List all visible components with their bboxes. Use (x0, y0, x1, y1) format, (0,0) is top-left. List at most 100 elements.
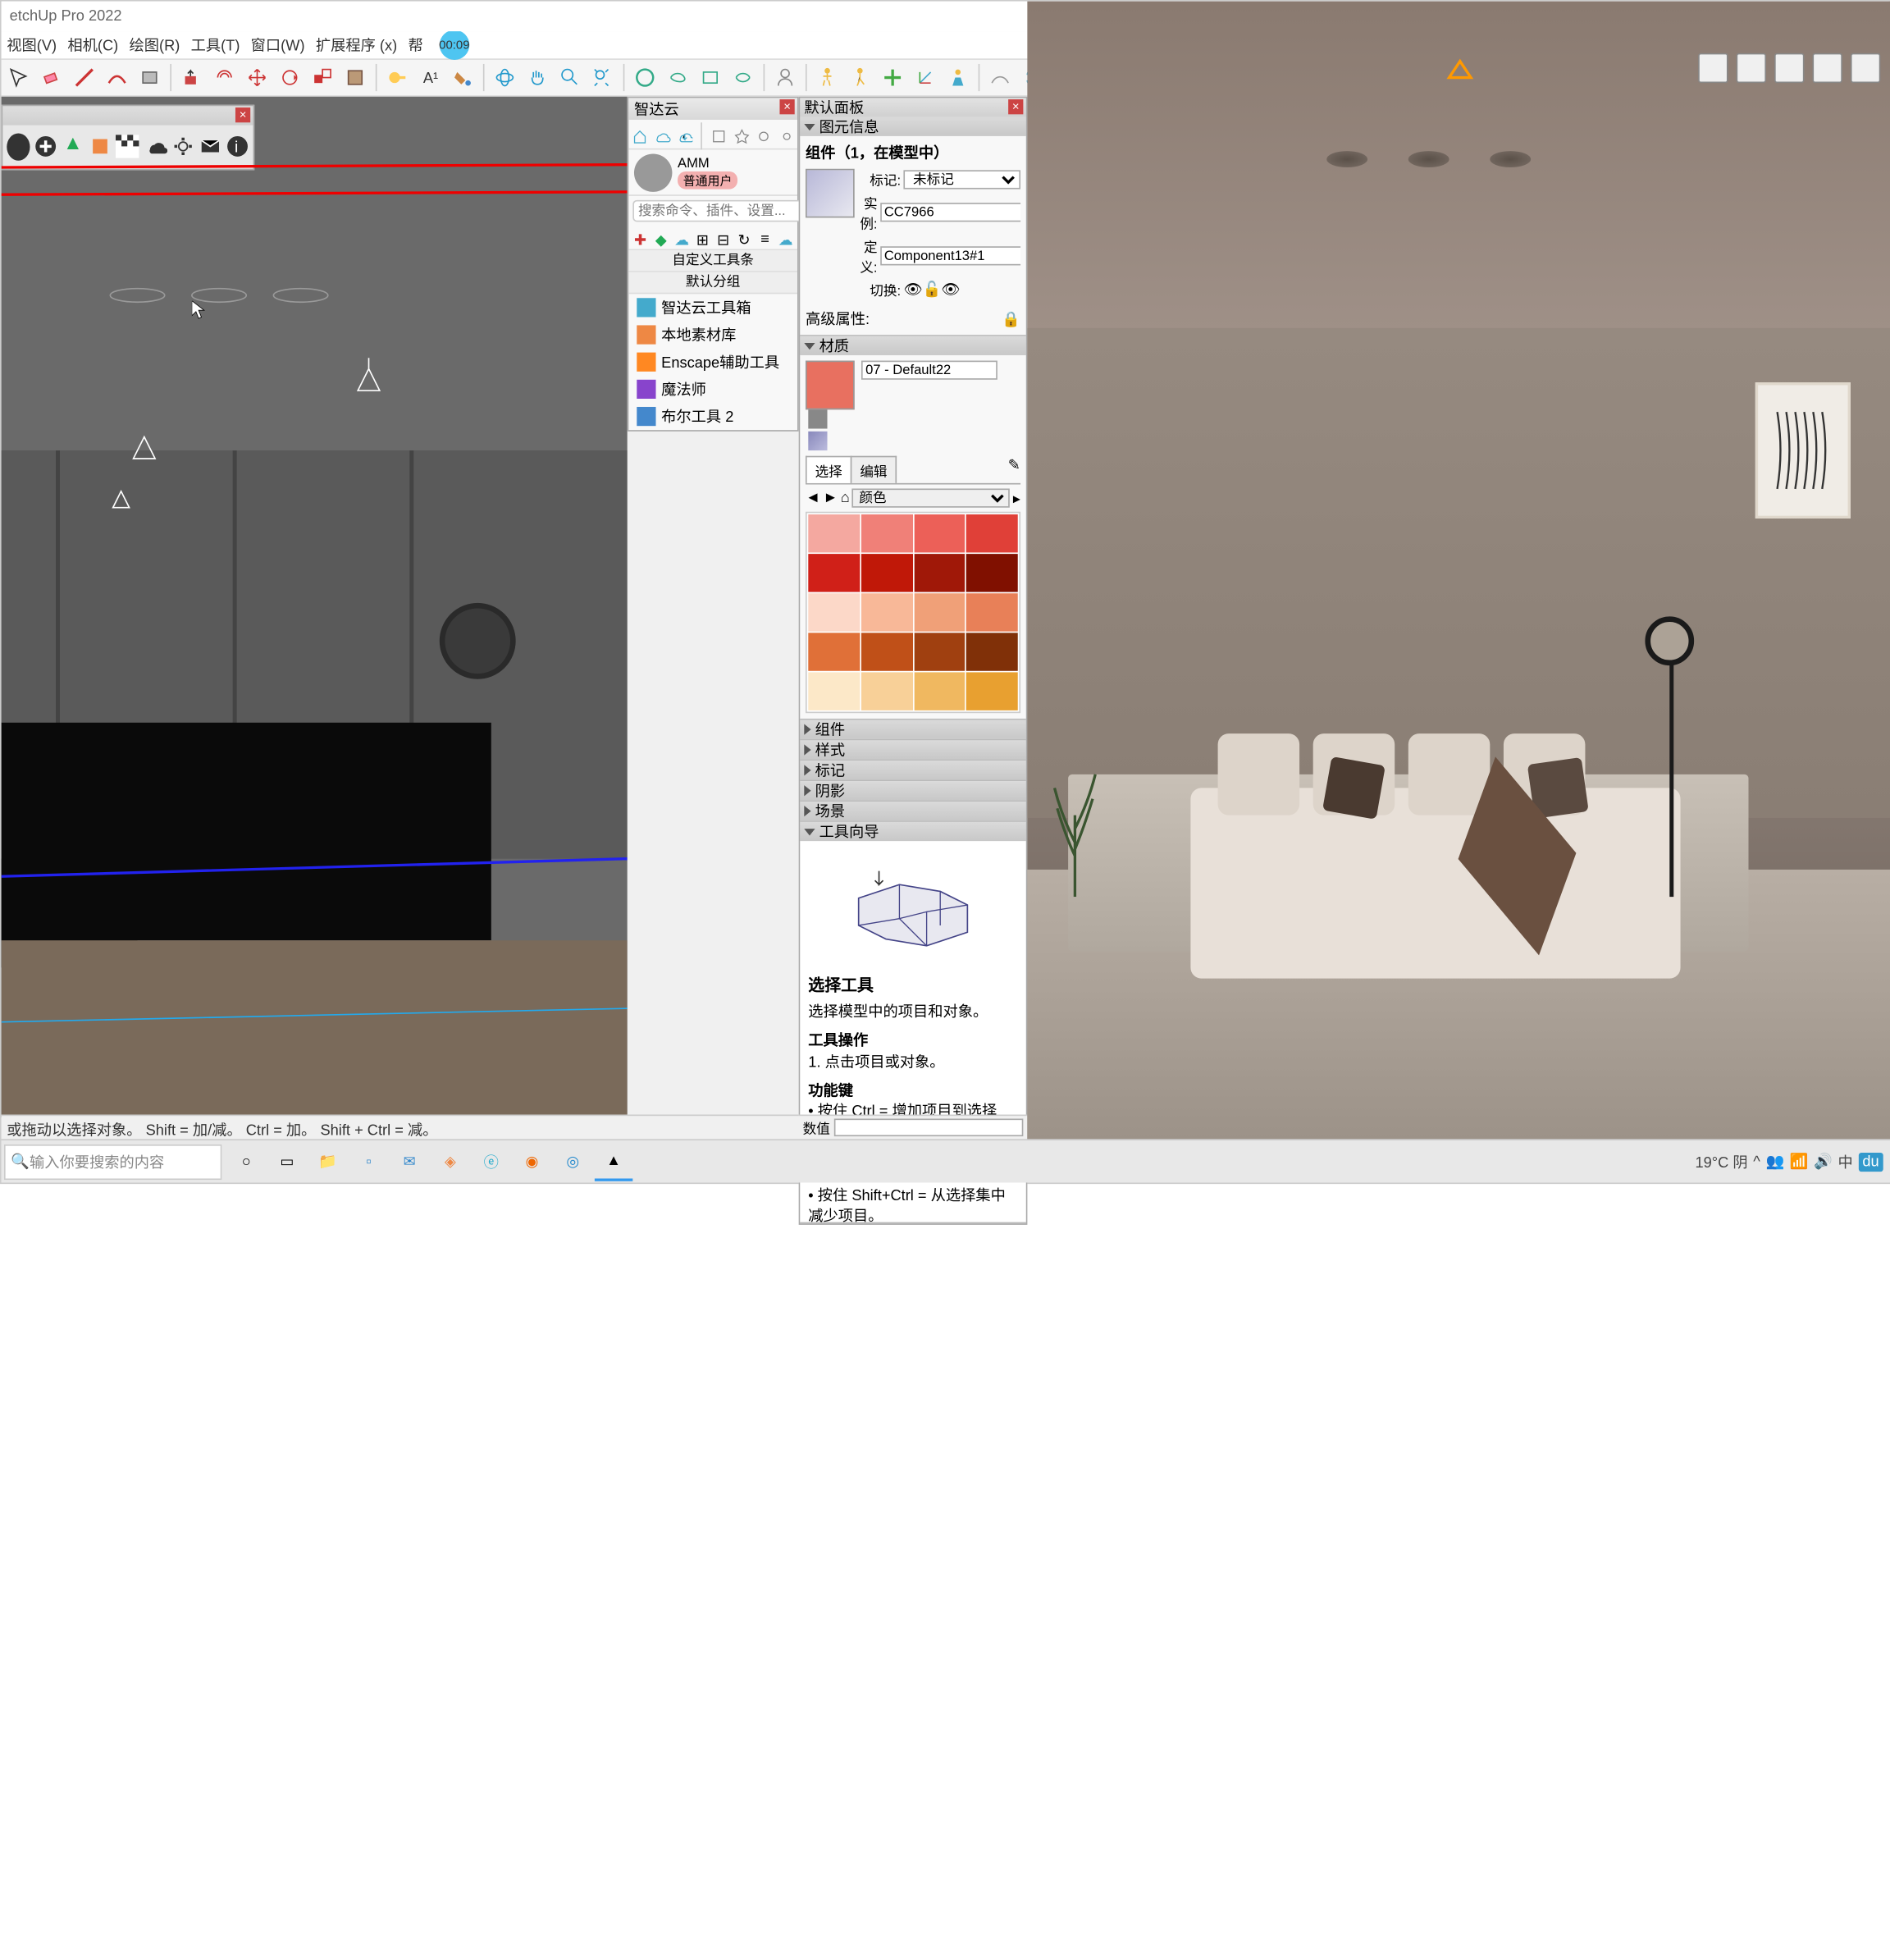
task-app-icon[interactable]: ▫ (349, 1143, 387, 1181)
task-sketchup-icon[interactable]: ▲ (595, 1143, 632, 1181)
zhida-item[interactable]: 布尔工具 2 (628, 403, 797, 430)
color-swatch[interactable] (808, 672, 860, 710)
vcb-input[interactable] (834, 1118, 1024, 1136)
tray-people-icon[interactable]: 👥 (1765, 1153, 1784, 1171)
section-tool-icon[interactable] (878, 62, 907, 92)
menu-camera[interactable]: 相机(C) (67, 34, 118, 56)
tab-edit[interactable]: 编辑 (851, 456, 897, 483)
color-swatch[interactable] (966, 593, 1018, 631)
component-tool-icon[interactable] (340, 62, 370, 92)
menu-help[interactable]: 帮 (408, 34, 422, 56)
render-help-icon[interactable] (1812, 53, 1842, 83)
zhida-item[interactable]: 本地素材库 (628, 321, 797, 348)
lock-toggle-icon[interactable]: 🔓 (923, 281, 942, 299)
material-library-select[interactable]: 颜色 (852, 488, 1010, 507)
zd-nav-star-icon[interactable] (733, 122, 750, 149)
visible-toggle-icon[interactable]: 👁 (903, 281, 922, 299)
material-backface-icon[interactable] (808, 432, 827, 450)
hidden-toggle-icon[interactable]: 👁 (941, 281, 960, 299)
color-swatch[interactable] (808, 593, 860, 631)
rect-tool-icon[interactable] (135, 62, 164, 92)
model-viewport[interactable]: × i (2, 97, 628, 1117)
walk-tool-icon[interactable] (845, 62, 874, 92)
zd-tr-7-icon[interactable]: ≡ (756, 226, 774, 253)
figure-tool-icon[interactable] (812, 62, 842, 92)
tray-app-icon[interactable]: du (1858, 1152, 1883, 1171)
tags-header[interactable]: 标记 (800, 761, 1025, 779)
vray-icon-4[interactable] (728, 62, 757, 92)
pushpull-tool-icon[interactable] (177, 62, 207, 92)
offset-tool-icon[interactable] (209, 62, 239, 92)
zd-tr-8-icon[interactable]: ☁ (777, 226, 795, 253)
color-swatch[interactable] (966, 514, 1018, 552)
zd-nav-refresh-icon[interactable] (756, 122, 773, 149)
shadows-header[interactable]: 阴影 (800, 781, 1025, 800)
color-swatch[interactable] (808, 633, 860, 670)
text-tool-icon[interactable]: A¹ (415, 62, 445, 92)
menu-tools[interactable]: 工具(T) (191, 34, 240, 56)
tray-header[interactable]: 默认面板× (800, 98, 1025, 117)
zd-tr-2-icon[interactable]: ◆ (652, 226, 670, 253)
zhida-search-input[interactable] (632, 200, 823, 222)
instructor-header[interactable]: 工具向导 (800, 822, 1025, 841)
components-header[interactable]: 组件 (800, 720, 1025, 738)
zd-nav-download-icon[interactable] (676, 122, 693, 149)
color-swatch[interactable] (861, 633, 913, 670)
zd-tr-1-icon[interactable]: ✚ (632, 226, 650, 253)
zd-tr-6-icon[interactable]: ↻ (735, 226, 753, 253)
zd-nav-scan-icon[interactable] (710, 122, 728, 149)
select-tool-icon[interactable] (4, 62, 34, 92)
color-swatch[interactable] (808, 554, 860, 592)
zhida-item[interactable]: 智达云工具箱 (628, 294, 797, 321)
enscape-path-icon[interactable] (985, 62, 1015, 92)
tray-ime-icon[interactable]: 中 (1838, 1150, 1853, 1172)
zd-nav-home-icon[interactable] (632, 122, 649, 149)
color-swatch[interactable] (861, 672, 913, 710)
zoom-extents-icon[interactable] (588, 62, 618, 92)
arc-tool-icon[interactable] (102, 62, 131, 92)
color-swatch[interactable] (914, 554, 966, 592)
definition-input[interactable] (880, 246, 1020, 265)
task-app3-icon[interactable]: ◉ (513, 1143, 550, 1181)
dimension-tool-icon[interactable] (943, 62, 973, 92)
zd-nav-cloud-icon[interactable] (654, 122, 671, 149)
vray-icon-3[interactable] (696, 62, 725, 92)
color-swatch[interactable] (861, 593, 913, 631)
menu-extensions[interactable]: 扩展程序 (x) (316, 34, 397, 56)
line-tool-icon[interactable] (70, 62, 99, 92)
vray-icon-2[interactable] (663, 62, 692, 92)
zhida-item[interactable]: Enscape辅助工具 (628, 349, 797, 376)
axes-tool-icon[interactable] (911, 62, 940, 92)
task-explorer-icon[interactable]: 📁 (309, 1143, 347, 1181)
vray-icon[interactable] (630, 62, 660, 92)
zhida-item[interactable]: 魔法师 (628, 376, 797, 403)
zd-tr-4-icon[interactable]: ⊞ (694, 226, 712, 253)
paint-tool-icon[interactable] (448, 62, 477, 92)
user-icon[interactable] (770, 62, 800, 92)
render-bim-icon[interactable] (1737, 53, 1766, 83)
task-cortana-icon[interactable]: ○ (227, 1143, 265, 1181)
color-swatch[interactable] (914, 633, 966, 670)
move-tool-icon[interactable] (242, 62, 272, 92)
color-swatch[interactable] (914, 593, 966, 631)
instance-input[interactable] (880, 203, 1020, 222)
task-taskview-icon[interactable]: ▭ (268, 1143, 306, 1181)
styles-header[interactable]: 样式 (800, 740, 1025, 759)
task-mail-icon[interactable]: ✉ (390, 1143, 428, 1181)
eyedropper-icon[interactable]: ✎ (1008, 456, 1020, 483)
menu-view[interactable]: 视图(V) (7, 34, 57, 56)
zd-tr-3-icon[interactable]: ☁ (673, 226, 691, 253)
home-icon[interactable]: ⌂ (841, 490, 850, 506)
color-swatch[interactable] (861, 514, 913, 552)
fwd-icon[interactable]: ► (823, 490, 838, 506)
render-map-icon[interactable] (1698, 53, 1728, 83)
color-swatch[interactable] (861, 554, 913, 592)
color-swatch[interactable] (966, 633, 1018, 670)
render-viewport[interactable] (1027, 2, 1890, 1142)
task-app4-icon[interactable]: ◎ (554, 1143, 591, 1181)
scale-tool-icon[interactable] (308, 62, 337, 92)
entity-info-header[interactable]: 图元信息 (800, 117, 1025, 136)
material-name-input[interactable] (861, 361, 998, 380)
orbit-tool-icon[interactable] (490, 62, 519, 92)
current-material-swatch[interactable] (806, 361, 855, 410)
